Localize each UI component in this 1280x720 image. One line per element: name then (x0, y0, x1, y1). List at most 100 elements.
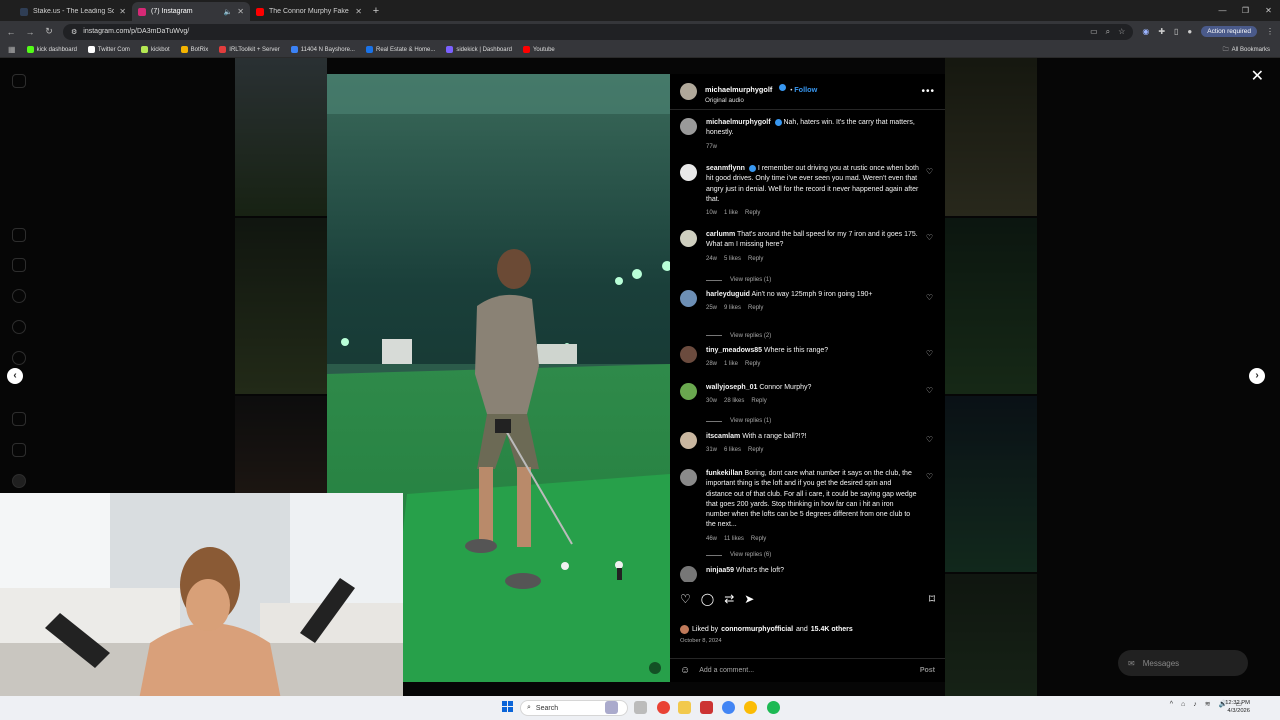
comment-username[interactable]: funkekillan (706, 470, 743, 477)
save-bookmark-icon[interactable]: ⌑ (929, 592, 935, 606)
comment-username[interactable]: harleyduguid (706, 291, 750, 298)
comment-likes[interactable]: 6 likes (724, 445, 741, 455)
widgets-icon[interactable] (605, 701, 618, 714)
chrome-icon[interactable] (722, 701, 735, 714)
zoom-icon[interactable]: ⌕ (1106, 27, 1110, 37)
liked-by-others-link[interactable]: 15.4K others (811, 626, 853, 633)
speaker-icon[interactable]: 🔈 (224, 8, 233, 16)
comment-likes[interactable]: 1 like (724, 208, 738, 218)
comment-likes[interactable]: 28 likes (724, 396, 744, 406)
comment-username[interactable]: ninjaa59 (706, 567, 734, 574)
commenter-avatar[interactable] (680, 346, 697, 363)
all-bookmarks-button[interactable]: 🗀 All Bookmarks (1223, 45, 1270, 55)
comment-username[interactable]: michaelmurphygolf (706, 119, 771, 126)
new-tab-button[interactable]: + (368, 2, 384, 21)
like-comment-heart-icon[interactable]: ♡ (926, 435, 933, 444)
reply-button[interactable]: Reply (745, 359, 760, 369)
cast-icon[interactable]: ▭ (1090, 27, 1098, 37)
reload-icon[interactable]: ↻ (44, 26, 54, 37)
next-post-button[interactable]: › (1249, 368, 1265, 384)
profile-icon[interactable]: ● (1187, 27, 1192, 36)
like-heart-icon[interactable]: ♡ (680, 592, 691, 606)
like-comment-heart-icon[interactable]: ♡ (926, 233, 933, 242)
comment-likes[interactable]: 1 like (724, 359, 738, 369)
comment-likes[interactable]: 11 likes (724, 534, 744, 544)
bookmark-irltoolkit[interactable]: IRLToolkit + Server (219, 46, 280, 53)
comment-bubble-icon[interactable]: ◯ (701, 592, 714, 606)
app-icon[interactable] (700, 701, 713, 714)
reply-button[interactable]: Reply (751, 534, 766, 544)
site-info-icon[interactable]: ⚙ (71, 28, 77, 36)
bookmark-youtube[interactable]: Youtube (522, 46, 555, 53)
microphone-icon[interactable]: ♪ (1193, 701, 1197, 708)
network-icon[interactable]: ⌂ (1181, 701, 1185, 708)
commenter-avatar[interactable] (680, 383, 697, 400)
reply-button[interactable]: Reply (748, 303, 763, 313)
comment-username[interactable]: carlumm (706, 231, 735, 238)
commenter-avatar[interactable] (680, 469, 697, 486)
comment-username[interactable]: seanmflynn (706, 165, 745, 172)
minimize-button[interactable]: — (1211, 0, 1234, 21)
commenter-avatar[interactable] (680, 164, 697, 181)
start-button-icon[interactable] (502, 701, 513, 712)
comment-likes[interactable]: 5 likes (724, 254, 741, 264)
comments-list[interactable]: michaelmurphygolf Nah, haters win. It's … (670, 110, 945, 582)
bookmark-twitter[interactable]: Twitter Com (87, 46, 130, 53)
task-view-icon[interactable] (634, 701, 647, 714)
mute-toggle-icon[interactable] (649, 662, 661, 674)
chrome-profile-icon[interactable] (744, 701, 757, 714)
messages-button[interactable]: ✉ Messages (1118, 650, 1248, 676)
bookmark-real-estate[interactable]: Real Estate & Home... (365, 46, 435, 53)
tray-chevron-icon[interactable]: ^ (1170, 701, 1173, 708)
author-username[interactable]: michaelmurphygolf (705, 85, 772, 94)
view-replies-button[interactable]: View replies (1) (706, 410, 935, 432)
audio-label[interactable]: Original audio (705, 97, 817, 104)
menu-icon[interactable]: ⋮ (1266, 27, 1274, 36)
commenter-avatar[interactable] (680, 230, 697, 247)
action-required-button[interactable]: Action required (1201, 26, 1257, 37)
chrome-app-icon[interactable] (657, 701, 670, 714)
reply-button[interactable]: Reply (751, 396, 766, 406)
close-tab-icon[interactable]: ✕ (119, 7, 126, 16)
repost-icon[interactable]: ⇄ (724, 592, 734, 606)
url-field[interactable]: ⚙ instagram.com/p/DA3mDaTuWvg/ ▭ ⌕ ☆ (63, 23, 1134, 40)
like-comment-heart-icon[interactable]: ♡ (926, 386, 933, 395)
bookmark-star-icon[interactable]: ☆ (1118, 27, 1125, 37)
comment-username[interactable]: itscamlam (706, 433, 740, 440)
forward-icon[interactable]: → (25, 27, 35, 37)
commenter-avatar[interactable] (680, 290, 697, 307)
like-comment-heart-icon[interactable]: ♡ (926, 293, 933, 302)
reply-button[interactable]: Reply (748, 445, 763, 455)
bookmark-bayshore[interactable]: 11404 N Bayshore... (290, 46, 355, 53)
view-replies-button[interactable]: View replies (2) (706, 325, 935, 346)
bookmark-sidekick[interactable]: sidekick | Dashboard (446, 46, 512, 53)
like-comment-heart-icon[interactable]: ♡ (926, 167, 933, 176)
commenter-avatar[interactable] (680, 566, 697, 582)
back-icon[interactable]: ← (6, 27, 16, 37)
like-comment-heart-icon[interactable]: ♡ (926, 349, 933, 358)
extensions-puzzle-icon[interactable]: ✚ (1158, 27, 1165, 36)
previous-post-button[interactable]: ‹ (7, 368, 23, 384)
comment-username[interactable]: wallyjoseph_01 (706, 384, 757, 391)
extension-icon[interactable]: ◉ (1142, 27, 1149, 36)
sidebar-icon[interactable]: ▯ (1174, 27, 1178, 36)
comment-likes[interactable]: 9 likes (724, 303, 741, 313)
liked-by-user-link[interactable]: connormurphyofficial (721, 626, 793, 633)
close-tab-icon[interactable]: ✕ (237, 7, 244, 16)
commenter-avatar[interactable] (680, 118, 697, 135)
bookmark-kickbot[interactable]: kickbot (140, 46, 170, 53)
author-avatar[interactable] (680, 83, 697, 100)
like-comment-heart-icon[interactable]: ♡ (926, 472, 933, 481)
comment-input[interactable]: Add a comment... (699, 667, 754, 674)
reply-button[interactable]: Reply (748, 254, 763, 264)
wifi-icon[interactable]: ≋ (1205, 700, 1211, 708)
view-replies-button[interactable]: View replies (1) (706, 270, 935, 290)
follow-button[interactable]: Follow (794, 85, 817, 94)
emoji-icon[interactable]: ☺ (680, 665, 690, 676)
close-window-button[interactable]: ✕ (1257, 0, 1280, 21)
system-clock[interactable]: 12:32 PM 4/3/2026 (1225, 699, 1250, 715)
file-explorer-icon[interactable] (678, 701, 691, 714)
bookmark-botrix[interactable]: BotRix (180, 46, 208, 53)
comment-username[interactable]: tiny_meadows85 (706, 347, 762, 354)
more-options-icon[interactable]: ••• (921, 86, 935, 97)
